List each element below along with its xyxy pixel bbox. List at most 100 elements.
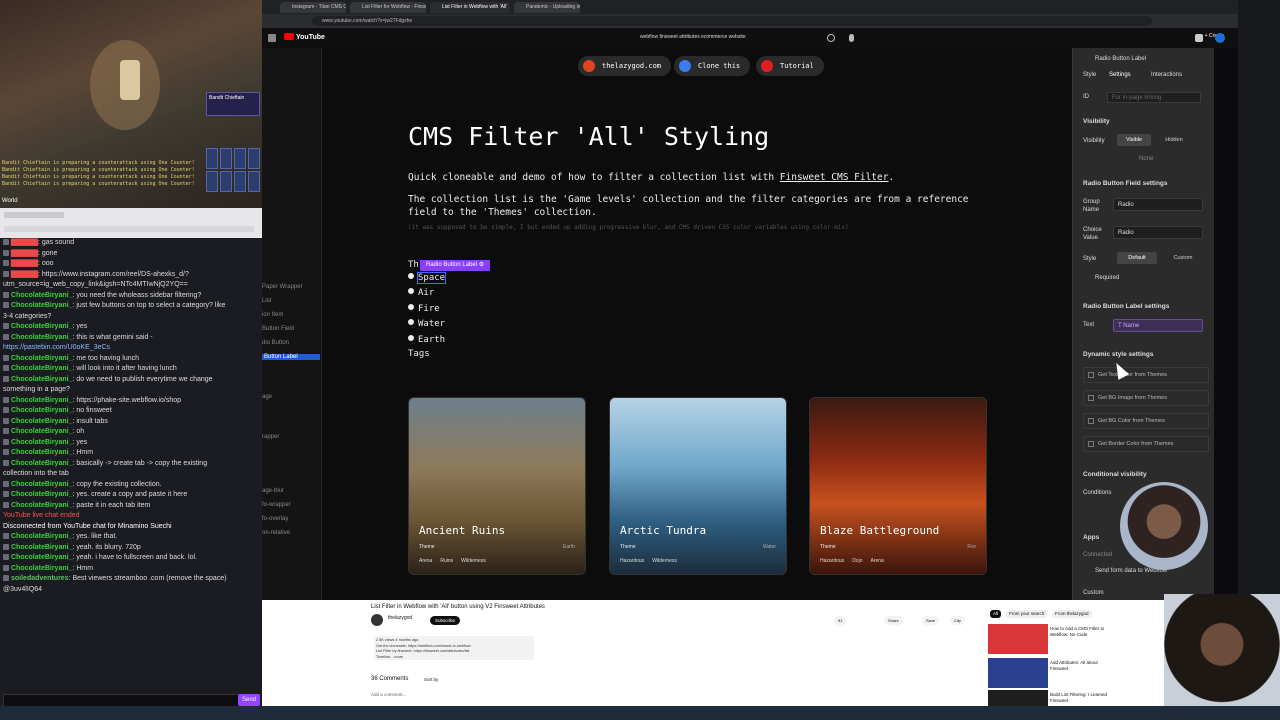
navigator-item[interactable]: rapper (262, 434, 279, 440)
chat-username[interactable]: ChocolateBiryani_ (11, 355, 72, 362)
browser-tab[interactable]: Instagram - Titan CMS Collection (280, 2, 346, 13)
chat-username[interactable]: ChocolateBiryani_ (11, 428, 72, 435)
youtube-search-input[interactable]: webflow finsweet attributes ecommerce we… (640, 34, 746, 40)
navigator-item[interactable]: ion Item (262, 312, 283, 318)
navigator-item[interactable]: fo-overlay (262, 516, 288, 522)
chat-username[interactable]: ChocolateBiryani_ (11, 365, 72, 372)
add-comment-input[interactable]: Add a comment... (371, 692, 406, 697)
chat-send-button[interactable]: Send (238, 694, 260, 706)
chip-from-channel[interactable]: From thelazygod (1052, 610, 1092, 618)
id-input[interactable]: For in-page linking (1107, 92, 1201, 103)
recommended-thumbnail[interactable] (988, 624, 1048, 654)
menu-icon[interactable] (268, 34, 276, 42)
chat-username[interactable]: ChocolateBiryani_ (11, 554, 72, 561)
dynamic-style-header[interactable]: Dynamic style settings (1083, 351, 1153, 358)
dynamic-bg-image[interactable]: Get BG Image from Themes (1083, 390, 1209, 406)
visibility-header[interactable]: Visibility (1083, 118, 1110, 125)
selected-element-badge[interactable]: Radio Button Label ⚙ (420, 260, 491, 271)
chat-username[interactable]: ChocolateBiryani_ (11, 533, 72, 540)
chat-username[interactable]: ChocolateBiryani_ (11, 292, 72, 299)
custom-attributes-header[interactable]: Custom (1083, 590, 1104, 596)
chat-username[interactable]: ChocolateBiryani_ (11, 544, 72, 551)
chat-username[interactable]: ChocolateBiryani_ (11, 439, 72, 446)
chat-username[interactable]: ChocolateBiryani_ (11, 397, 72, 404)
navigator-item[interactable]: List (262, 298, 271, 304)
radio-water[interactable]: Water (408, 319, 445, 329)
navigator-item[interactable]: dio Button (262, 340, 289, 346)
visibility-hidden[interactable]: Hidden (1157, 134, 1191, 146)
chat-username[interactable]: ChocolateBiryani_ (11, 449, 72, 456)
browser-tab[interactable]: List Filter for Webflow - Finsweet (350, 2, 426, 13)
navigator-item[interactable]: Button Label (262, 354, 320, 360)
navigator-item[interactable]: Paper Wrapper (262, 284, 303, 290)
clip-button[interactable]: Clip (950, 616, 965, 625)
clone-this-pill[interactable]: Clone this (674, 56, 751, 76)
level-card-blaze-battleground[interactable]: Blaze Battleground Theme Fire Hazardous D… (809, 397, 987, 575)
sort-comments-button[interactable]: Sort by (424, 677, 438, 682)
tab-settings[interactable]: Settings (1109, 72, 1131, 78)
chat-username[interactable]: ChocolateBiryani_ (11, 302, 72, 309)
navigator-item[interactable]: on-relative (262, 530, 290, 536)
dynamic-text-color[interactable]: Get Text Color from Themes (1083, 367, 1209, 383)
browser-tab[interactable]: List Filter in Webflow with 'All' (430, 2, 510, 13)
level-card-arctic-tundra[interactable]: Arctic Tundra Theme Water Hazardous Wilde… (609, 397, 787, 575)
chat-username[interactable]: ChocolateBiryani_ (11, 334, 72, 341)
search-icon[interactable] (827, 34, 835, 42)
video-description[interactable]: 2.5K views 4 months ago Get the cloneabl… (374, 636, 534, 660)
level-card-ancient-ruins[interactable]: Ancient Ruins Theme Earth Arena Ruins Wild… (408, 397, 586, 575)
tab-interactions[interactable]: Interactions (1151, 72, 1182, 78)
radio-fire[interactable]: Fire (408, 304, 440, 314)
dynamic-bg-color[interactable]: Get BG Color from Themes (1083, 413, 1209, 429)
navigator-item[interactable]: age-blur (262, 488, 284, 494)
chat-username[interactable]: ChocolateBiryani_ (11, 481, 72, 488)
microphone-icon[interactable] (849, 34, 854, 42)
text-binding-field[interactable]: T Name (1113, 319, 1203, 332)
thelazygod-link-pill[interactable]: thelazygod.com (578, 56, 672, 76)
recommended-thumbnail[interactable] (988, 658, 1048, 688)
recommended-title[interactable]: Add Attributes: All about Finsweet (1050, 660, 1108, 672)
chat-username[interactable]: ChocolateBiryani_ (11, 376, 72, 383)
style-default[interactable]: Default (1117, 252, 1157, 264)
chat-message-text[interactable]: https://pastebin.com/U0oKE_3eCs (3, 344, 110, 351)
choice-value-input[interactable]: Radio (1113, 226, 1203, 239)
tutorial-pill[interactable]: Tutorial (756, 56, 824, 76)
radio-air[interactable]: Air (408, 288, 434, 298)
browser-tab[interactable]: Pandemic - Uploading images (514, 2, 580, 13)
recommended-title[interactable]: Build List Filtering: I Learned Finsweet (1050, 692, 1108, 704)
navigator-item[interactable]: age (262, 394, 272, 400)
channel-name[interactable]: thelazygod (388, 615, 412, 621)
share-button[interactable]: Share (884, 616, 903, 625)
chip-from-search[interactable]: From your search (1006, 610, 1048, 618)
chat-username[interactable]: ChocolateBiryani_ (11, 323, 72, 330)
chip-all[interactable]: All (990, 610, 1002, 618)
style-custom[interactable]: Custom (1163, 252, 1203, 264)
chat-username[interactable]: ChocolateBiryani_ (11, 491, 72, 498)
radio-space[interactable]: Space (408, 272, 447, 284)
navigator-item[interactable]: Button Field (262, 326, 294, 332)
chat-username[interactable]: ChocolateBiryani_ (11, 460, 72, 467)
dynamic-border-color[interactable]: Get Border Color from Themes (1083, 436, 1209, 452)
apps-header[interactable]: Apps (1083, 534, 1099, 541)
address-bar[interactable]: www.youtube.com/watch?v=jw27Fdgshe (312, 16, 1152, 26)
radio-earth[interactable]: Earth (408, 335, 445, 345)
label-settings-header[interactable]: Radio Button Label settings (1083, 303, 1169, 310)
youtube-logo[interactable]: YouTube (284, 33, 325, 41)
required-checkbox[interactable]: Required (1095, 275, 1119, 281)
channel-avatar[interactable] (371, 614, 383, 626)
navigator-item[interactable]: fo-wrapper (262, 502, 291, 508)
visibility-visible[interactable]: Visible (1117, 134, 1151, 146)
chat-username[interactable]: ChocolateBiryani_ (11, 407, 72, 414)
finsweet-link[interactable]: Finsweet CMS Filter (780, 172, 889, 183)
like-button[interactable]: 91 (834, 616, 847, 625)
save-button[interactable]: Save (922, 616, 940, 625)
chat-username[interactable]: soiledadventures (11, 575, 69, 582)
conditional-visibility-header[interactable]: Conditional visibility (1083, 471, 1147, 478)
avatar[interactable] (1215, 33, 1225, 43)
tab-style[interactable]: Style (1083, 72, 1096, 78)
radio-field-settings-header[interactable]: Radio Button Field settings (1083, 180, 1168, 187)
chat-username[interactable]: ChocolateBiryani_ (11, 502, 72, 509)
subscribe-button[interactable]: Subscribe (430, 616, 461, 625)
group-name-input[interactable]: Radio (1113, 198, 1203, 211)
recommended-thumbnail[interactable] (988, 690, 1048, 706)
chat-username[interactable]: ChocolateBiryani_ (11, 418, 72, 425)
